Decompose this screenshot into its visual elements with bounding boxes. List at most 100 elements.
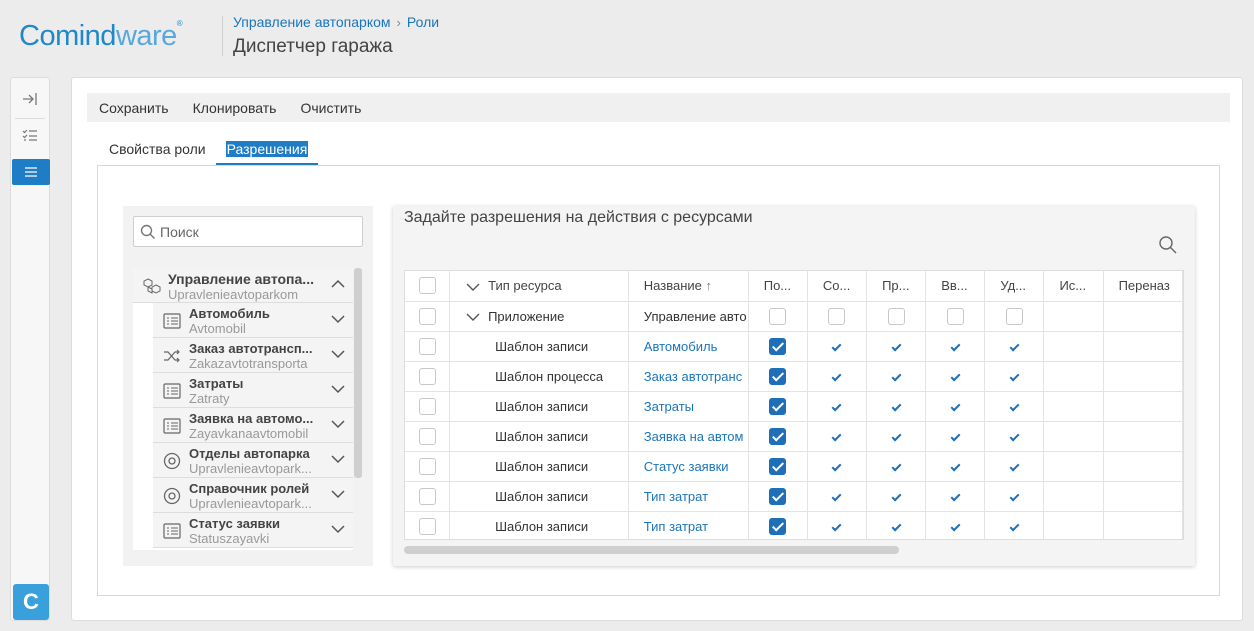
view-permission-checkbox[interactable] (748, 481, 808, 512)
tree-node[interactable]: Статус заявки Statuszayavki (153, 513, 353, 548)
empty-cell[interactable] (1043, 361, 1104, 392)
col-delete[interactable]: Уд... (984, 271, 1045, 302)
clone-button[interactable]: Клонировать (193, 100, 277, 116)
empty-cell[interactable] (1103, 301, 1183, 332)
check-icon[interactable] (807, 451, 868, 482)
chevron-down-icon[interactable] (331, 417, 345, 431)
chevron-down-icon[interactable] (331, 382, 345, 396)
check-icon[interactable] (866, 331, 927, 362)
row-select-checkbox[interactable] (405, 511, 451, 539)
check-icon[interactable] (984, 451, 1045, 482)
permission-checkbox[interactable] (866, 301, 927, 332)
menu-icon[interactable] (12, 159, 50, 185)
col-input[interactable]: Вв... (925, 271, 986, 302)
tree-node[interactable]: Затраты Zatraty (153, 373, 353, 408)
empty-cell[interactable] (1043, 301, 1104, 332)
empty-cell[interactable] (1103, 361, 1183, 392)
save-button[interactable]: Сохранить (99, 100, 169, 116)
tree-node[interactable]: Отделы автопарка Upravlenieavtopark... (153, 443, 353, 478)
col-reassign[interactable]: Переназ (1103, 271, 1183, 302)
check-icon[interactable] (866, 481, 927, 512)
tab-role-properties[interactable]: Свойства роли (99, 138, 216, 165)
col-execute[interactable]: Ис... (1043, 271, 1104, 302)
check-icon[interactable] (925, 361, 986, 392)
check-icon[interactable] (866, 421, 927, 452)
check-icon[interactable] (866, 391, 927, 422)
check-icon[interactable] (807, 391, 868, 422)
resource-name-link[interactable]: Заказ автотранс (628, 361, 749, 392)
check-icon[interactable] (807, 481, 868, 512)
resource-name-link[interactable]: Автомобиль (628, 331, 749, 362)
table-row[interactable]: Шаблон записи Затраты (405, 391, 1183, 422)
check-icon[interactable] (925, 331, 986, 362)
empty-cell[interactable] (1043, 331, 1104, 362)
empty-cell[interactable] (1043, 511, 1104, 539)
view-permission-checkbox[interactable] (748, 451, 808, 482)
grid-horizontal-scrollbar[interactable] (404, 546, 899, 554)
resource-name-link[interactable]: Заявка на автом (628, 421, 749, 452)
permission-checkbox[interactable] (748, 301, 808, 332)
tree-node[interactable]: Справочник ролей Upravlenieavtopark... (153, 478, 353, 513)
check-icon[interactable] (984, 421, 1045, 452)
row-select-checkbox[interactable] (405, 301, 451, 332)
empty-cell[interactable] (1103, 331, 1183, 362)
table-row[interactable]: Шаблон записи Автомобиль (405, 331, 1183, 362)
check-icon[interactable] (807, 421, 868, 452)
check-icon[interactable] (925, 421, 986, 452)
empty-cell[interactable] (1103, 481, 1183, 512)
check-icon[interactable] (984, 511, 1045, 539)
check-icon[interactable] (984, 331, 1045, 362)
col-name[interactable]: Название ↑ (628, 271, 749, 302)
chevron-down-icon[interactable] (466, 312, 480, 322)
chevron-up-icon[interactable] (331, 277, 345, 291)
empty-cell[interactable] (1103, 511, 1183, 539)
check-icon[interactable] (866, 511, 927, 539)
tree-search-input[interactable]: Поиск (133, 216, 363, 247)
table-row[interactable]: Шаблон записи Тип затрат (405, 511, 1183, 539)
empty-cell[interactable] (1043, 391, 1104, 422)
check-icon[interactable] (866, 451, 927, 482)
empty-cell[interactable] (1103, 421, 1183, 452)
platform-logo-icon[interactable]: C (13, 584, 49, 620)
empty-cell[interactable] (1043, 451, 1104, 482)
row-select-checkbox[interactable] (405, 451, 451, 482)
expand-icon[interactable] (14, 86, 46, 112)
tree-node-root[interactable]: Управление автопа... Upravlenieavtoparko… (133, 268, 353, 303)
empty-cell[interactable] (1103, 451, 1183, 482)
col-create[interactable]: Со... (807, 271, 868, 302)
view-permission-checkbox[interactable] (748, 511, 808, 539)
view-permission-checkbox[interactable] (748, 331, 808, 362)
check-icon[interactable] (925, 511, 986, 539)
view-permission-checkbox[interactable] (748, 361, 808, 392)
chevron-down-icon[interactable] (331, 312, 345, 326)
chevron-down-icon[interactable] (331, 347, 345, 361)
empty-cell[interactable] (1043, 421, 1104, 452)
chevron-down-icon[interactable] (331, 452, 345, 466)
tree-node[interactable]: Заказ автотрансп... Zakazavtotransporta (153, 338, 353, 373)
row-select-checkbox[interactable] (405, 361, 451, 392)
view-permission-checkbox[interactable] (748, 421, 808, 452)
permission-checkbox[interactable] (925, 301, 986, 332)
check-icon[interactable] (925, 481, 986, 512)
permission-checkbox[interactable] (984, 301, 1045, 332)
empty-cell[interactable] (1103, 391, 1183, 422)
table-row[interactable]: Шаблон записи Статус заявки (405, 451, 1183, 482)
empty-cell[interactable] (1043, 481, 1104, 512)
row-select-checkbox[interactable] (405, 391, 451, 422)
row-select-checkbox[interactable] (405, 421, 451, 452)
search-icon[interactable] (1159, 236, 1177, 254)
clear-button[interactable]: Очистить (300, 100, 361, 116)
col-edit[interactable]: Пр... (866, 271, 927, 302)
breadcrumb-item-app[interactable]: Управление автопарком (233, 14, 391, 30)
chevron-down-icon[interactable] (331, 487, 345, 501)
view-permission-checkbox[interactable] (748, 391, 808, 422)
tree-scrollbar[interactable] (354, 268, 362, 478)
table-row[interactable]: Шаблон записи Тип затрат (405, 481, 1183, 512)
col-resource-type[interactable]: Тип ресурса (449, 271, 629, 302)
breadcrumb-item-roles[interactable]: Роли (407, 14, 439, 30)
select-all-checkbox[interactable] (405, 271, 451, 302)
table-row[interactable]: Шаблон процесса Заказ автотранс (405, 361, 1183, 392)
permission-checkbox[interactable] (807, 301, 868, 332)
check-icon[interactable] (807, 511, 868, 539)
chevron-down-icon[interactable] (331, 522, 345, 536)
